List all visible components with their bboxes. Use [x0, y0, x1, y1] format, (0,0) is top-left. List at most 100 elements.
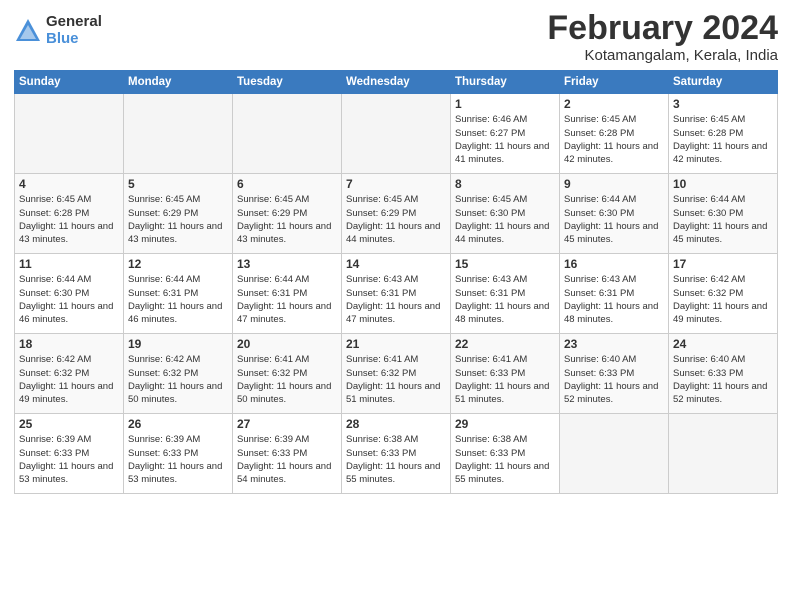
calendar-cell: 10 Sunrise: 6:44 AMSunset: 6:30 PMDayligh… — [669, 174, 778, 254]
col-header-saturday: Saturday — [669, 71, 778, 94]
col-header-monday: Monday — [124, 71, 233, 94]
day-number: 12 — [128, 257, 228, 271]
week-row-3: 11 Sunrise: 6:44 AMSunset: 6:30 PMDayligh… — [15, 254, 778, 334]
day-number: 26 — [128, 417, 228, 431]
day-number: 25 — [19, 417, 119, 431]
cell-info: Sunrise: 6:45 AMSunset: 6:28 PMDaylight:… — [564, 113, 664, 166]
logo-general: General — [46, 14, 102, 31]
cell-info: Sunrise: 6:44 AMSunset: 6:30 PMDaylight:… — [673, 193, 773, 246]
day-number: 24 — [673, 337, 773, 351]
calendar-cell: 15Sunrise: 6:43 AMSunset: 6:31 PMDayligh… — [451, 254, 560, 334]
calendar-cell: 16 Sunrise: 6:43 AMSunset: 6:31 PMDayligh… — [560, 254, 669, 334]
calendar-cell: 26 Sunrise: 6:39 AMSunset: 6:33 PMDayligh… — [124, 414, 233, 494]
calendar-cell: 22 Sunrise: 6:41 AMSunset: 6:33 PMDayligh… — [451, 334, 560, 414]
calendar-cell: 17 Sunrise: 6:42 AMSunset: 6:32 PMDayligh… — [669, 254, 778, 334]
calendar-cell: 2 Sunrise: 6:45 AMSunset: 6:28 PMDaylight… — [560, 94, 669, 174]
col-header-wednesday: Wednesday — [342, 71, 451, 94]
calendar-cell: 12 Sunrise: 6:44 AMSunset: 6:31 PMDayligh… — [124, 254, 233, 334]
calendar-cell: 4 Sunrise: 6:45 AMSunset: 6:28 PMDaylight… — [15, 174, 124, 254]
logo-icon — [14, 17, 42, 45]
week-row-5: 25 Sunrise: 6:39 AMSunset: 6:33 PMDayligh… — [15, 414, 778, 494]
calendar-cell: 9 Sunrise: 6:44 AMSunset: 6:30 PMDaylight… — [560, 174, 669, 254]
logo-text: General Blue — [46, 14, 102, 47]
cell-info: Sunrise: 6:41 AMSunset: 6:32 PMDaylight:… — [346, 353, 446, 406]
cell-info: Sunrise: 6:41 AMSunset: 6:32 PMDaylight:… — [237, 353, 337, 406]
calendar-cell: 7 Sunrise: 6:45 AMSunset: 6:29 PMDaylight… — [342, 174, 451, 254]
col-header-friday: Friday — [560, 71, 669, 94]
cell-info: Sunrise: 6:42 AMSunset: 6:32 PMDaylight:… — [673, 273, 773, 326]
calendar-cell: 6 Sunrise: 6:45 AMSunset: 6:29 PMDaylight… — [233, 174, 342, 254]
calendar-cell: 28 Sunrise: 6:38 AMSunset: 6:33 PMDayligh… — [342, 414, 451, 494]
day-number: 27 — [237, 417, 337, 431]
cell-info: Sunrise: 6:44 AMSunset: 6:30 PMDaylight:… — [564, 193, 664, 246]
calendar-cell: 13 Sunrise: 6:44 AMSunset: 6:31 PMDayligh… — [233, 254, 342, 334]
day-number: 13 — [237, 257, 337, 271]
day-number: 2 — [564, 97, 664, 111]
calendar-cell — [15, 94, 124, 174]
cell-info: Sunrise: 6:38 AMSunset: 6:33 PMDaylight:… — [455, 433, 555, 486]
logo-blue: Blue — [46, 31, 102, 48]
calendar-cell: 21Sunrise: 6:41 AMSunset: 6:32 PMDayligh… — [342, 334, 451, 414]
day-number: 4 — [19, 177, 119, 191]
day-number: 14 — [346, 257, 446, 271]
col-header-thursday: Thursday — [451, 71, 560, 94]
day-number: 29 — [455, 417, 555, 431]
cell-info: Sunrise: 6:39 AMSunset: 6:33 PMDaylight:… — [128, 433, 228, 486]
calendar-table: SundayMondayTuesdayWednesdayThursdayFrid… — [14, 70, 778, 494]
cell-info: Sunrise: 6:43 AMSunset: 6:31 PMDaylight:… — [455, 273, 555, 326]
day-number: 20 — [237, 337, 337, 351]
header-row: General Blue February 2024 Kotamangalam,… — [14, 10, 778, 64]
calendar-cell: 8Sunrise: 6:45 AMSunset: 6:30 PMDaylight… — [451, 174, 560, 254]
cell-info: Sunrise: 6:44 AMSunset: 6:30 PMDaylight:… — [19, 273, 119, 326]
day-number: 5 — [128, 177, 228, 191]
week-row-2: 4 Sunrise: 6:45 AMSunset: 6:28 PMDaylight… — [15, 174, 778, 254]
cell-info: Sunrise: 6:44 AMSunset: 6:31 PMDaylight:… — [128, 273, 228, 326]
day-number: 28 — [346, 417, 446, 431]
day-number: 22 — [455, 337, 555, 351]
title-block: February 2024 Kotamangalam, Kerala, Indi… — [547, 10, 778, 64]
calendar-cell: 14 Sunrise: 6:43 AMSunset: 6:31 PMDayligh… — [342, 254, 451, 334]
calendar-cell — [124, 94, 233, 174]
cell-info: Sunrise: 6:45 AMSunset: 6:30 PMDaylight:… — [455, 193, 555, 246]
calendar-cell: 18 Sunrise: 6:42 AMSunset: 6:32 PMDayligh… — [15, 334, 124, 414]
day-number: 18 — [19, 337, 119, 351]
calendar-cell — [233, 94, 342, 174]
cell-info: Sunrise: 6:45 AMSunset: 6:28 PMDaylight:… — [19, 193, 119, 246]
day-number: 3 — [673, 97, 773, 111]
cell-info: Sunrise: 6:45 AMSunset: 6:29 PMDaylight:… — [346, 193, 446, 246]
day-number: 10 — [673, 177, 773, 191]
calendar-cell: 19 Sunrise: 6:42 AMSunset: 6:32 PMDayligh… — [124, 334, 233, 414]
day-number: 19 — [128, 337, 228, 351]
calendar-cell: 1Sunrise: 6:46 AMSunset: 6:27 PMDaylight… — [451, 94, 560, 174]
cell-info: Sunrise: 6:41 AMSunset: 6:33 PMDaylight:… — [455, 353, 555, 406]
cell-info: Sunrise: 6:38 AMSunset: 6:33 PMDaylight:… — [346, 433, 446, 486]
logo: General Blue — [14, 14, 102, 47]
cell-info: Sunrise: 6:44 AMSunset: 6:31 PMDaylight:… — [237, 273, 337, 326]
month-title: February 2024 — [547, 10, 778, 47]
week-row-1: 1Sunrise: 6:46 AMSunset: 6:27 PMDaylight… — [15, 94, 778, 174]
calendar-cell: 29 Sunrise: 6:38 AMSunset: 6:33 PMDayligh… — [451, 414, 560, 494]
calendar-cell — [342, 94, 451, 174]
cell-info: Sunrise: 6:42 AMSunset: 6:32 PMDaylight:… — [128, 353, 228, 406]
calendar-cell: 23 Sunrise: 6:40 AMSunset: 6:33 PMDayligh… — [560, 334, 669, 414]
cell-info: Sunrise: 6:40 AMSunset: 6:33 PMDaylight:… — [564, 353, 664, 406]
day-number: 6 — [237, 177, 337, 191]
day-number: 7 — [346, 177, 446, 191]
calendar-cell: 27 Sunrise: 6:39 AMSunset: 6:33 PMDayligh… — [233, 414, 342, 494]
day-number: 17 — [673, 257, 773, 271]
day-number: 16 — [564, 257, 664, 271]
day-number: 23 — [564, 337, 664, 351]
cell-info: Sunrise: 6:40 AMSunset: 6:33 PMDaylight:… — [673, 353, 773, 406]
cell-info: Sunrise: 6:43 AMSunset: 6:31 PMDaylight:… — [564, 273, 664, 326]
week-row-4: 18 Sunrise: 6:42 AMSunset: 6:32 PMDayligh… — [15, 334, 778, 414]
cell-info: Sunrise: 6:45 AMSunset: 6:28 PMDaylight:… — [673, 113, 773, 166]
cell-info: Sunrise: 6:45 AMSunset: 6:29 PMDaylight:… — [237, 193, 337, 246]
cell-info: Sunrise: 6:42 AMSunset: 6:32 PMDaylight:… — [19, 353, 119, 406]
cell-info: Sunrise: 6:43 AMSunset: 6:31 PMDaylight:… — [346, 273, 446, 326]
day-number: 11 — [19, 257, 119, 271]
page-container: General Blue February 2024 Kotamangalam,… — [0, 0, 792, 500]
cell-info: Sunrise: 6:39 AMSunset: 6:33 PMDaylight:… — [237, 433, 337, 486]
cell-info: Sunrise: 6:39 AMSunset: 6:33 PMDaylight:… — [19, 433, 119, 486]
day-number: 9 — [564, 177, 664, 191]
cell-info: Sunrise: 6:45 AMSunset: 6:29 PMDaylight:… — [128, 193, 228, 246]
